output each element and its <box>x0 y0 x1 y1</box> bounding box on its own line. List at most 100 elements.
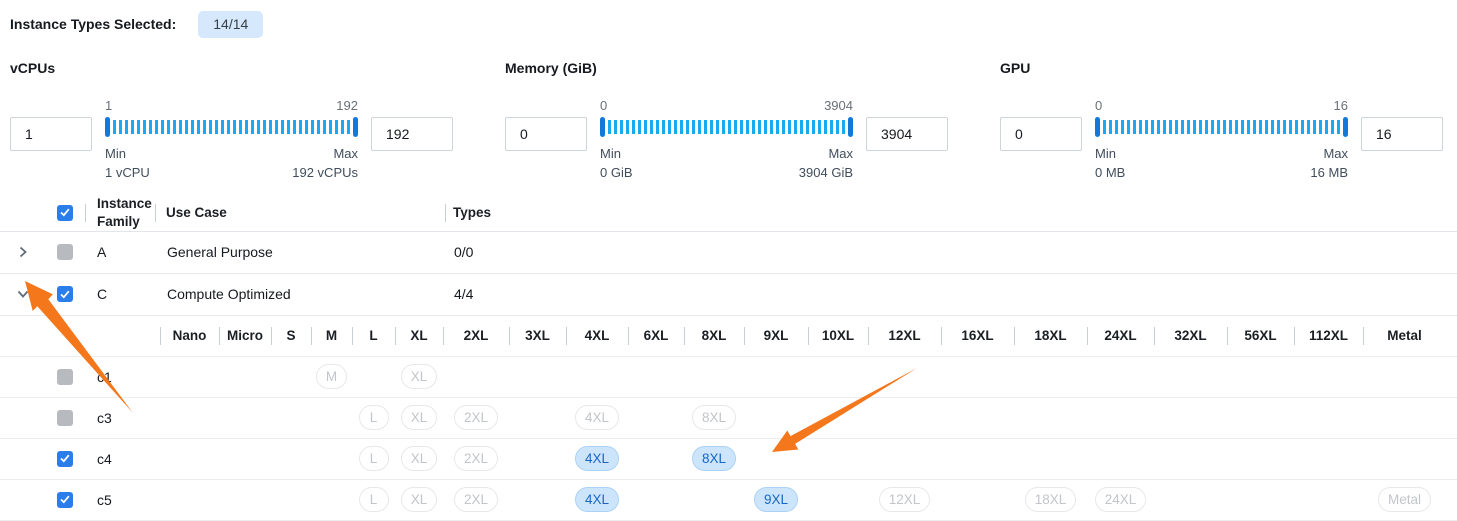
c5-checkbox[interactable] <box>57 492 73 508</box>
types-column-header: Types <box>453 205 491 220</box>
size-cell <box>628 398 684 438</box>
c4-checkbox[interactable] <box>57 451 73 467</box>
size-pill-c5-2xl[interactable]: 2XL <box>454 487 498 512</box>
types-count: 0/0 <box>454 244 473 260</box>
size-column-header-3xl: 3XL <box>509 316 566 356</box>
size-cell <box>1294 480 1363 520</box>
size-cell <box>1154 398 1227 438</box>
size-cell: 2XL <box>443 398 509 438</box>
size-cell <box>219 480 271 520</box>
vcpus-slider-handle-min[interactable] <box>105 117 110 137</box>
size-cell <box>311 398 352 438</box>
size-pill-c5-12xl[interactable]: 12XL <box>879 487 931 512</box>
vcpus-min-caption: Min 1 vCPU <box>105 145 150 183</box>
size-cell: XL <box>395 357 443 397</box>
gpu-slider-track[interactable] <box>1095 117 1348 137</box>
size-pill-c3-8xl[interactable]: 8XL <box>692 405 736 430</box>
family-row-c: C Compute Optimized 4/4 <box>0 274 1457 316</box>
vcpus-range-max-label: 192 <box>336 98 358 113</box>
memory-max-input[interactable] <box>866 117 948 151</box>
size-cell <box>1363 439 1446 479</box>
size-cell <box>1227 357 1294 397</box>
size-column-header-xl: XL <box>395 316 443 356</box>
size-cell <box>941 398 1014 438</box>
size-label: Metal <box>1387 328 1422 343</box>
size-cell <box>1014 357 1087 397</box>
vcpus-filter-group: vCPUs 1 192 Min 1 vCPU <box>10 48 453 183</box>
vcpus-slider-track[interactable] <box>105 117 358 137</box>
size-pill-c5-metal[interactable]: Metal <box>1378 487 1431 512</box>
size-cell <box>1227 398 1294 438</box>
gpu-slider-handle-min[interactable] <box>1095 117 1100 137</box>
size-cell <box>219 398 271 438</box>
size-cell: L <box>352 480 395 520</box>
size-cell <box>1294 439 1363 479</box>
size-cell <box>628 357 684 397</box>
size-column-header-2xl: 2XL <box>443 316 509 356</box>
size-pill-c4-8xl[interactable]: 8XL <box>692 446 736 471</box>
size-cell <box>509 439 566 479</box>
column-separator <box>868 327 869 345</box>
memory-slider-handle-max[interactable] <box>848 117 853 137</box>
instance-type-name: c4 <box>97 451 112 467</box>
size-pill-c1-xl[interactable]: XL <box>401 364 438 389</box>
column-separator <box>628 327 629 345</box>
memory-range-min-label: 0 <box>600 98 607 113</box>
expand-chevron-right-icon[interactable] <box>15 244 31 260</box>
size-pill-c5-4xl[interactable]: 4XL <box>575 487 619 512</box>
size-pill-c4-l[interactable]: L <box>359 446 389 471</box>
family-a-checkbox[interactable] <box>57 244 73 260</box>
size-header-row: NanoMicroSMLXL2XL3XL4XL6XL8XL9XL10XL12XL… <box>0 316 1457 357</box>
size-pill-c5-l[interactable]: L <box>359 487 389 512</box>
gpu-min-caption: Min 0 MB <box>1095 145 1125 183</box>
size-pill-c3-2xl[interactable]: 2XL <box>454 405 498 430</box>
size-cell <box>744 398 808 438</box>
size-pill-c4-xl[interactable]: XL <box>401 446 438 471</box>
size-cell <box>311 480 352 520</box>
gpu-max-input[interactable] <box>1361 117 1443 151</box>
check-icon <box>60 495 70 504</box>
size-cell <box>1087 398 1154 438</box>
size-pill-c5-24xl[interactable]: 24XL <box>1095 487 1147 512</box>
size-cell <box>941 480 1014 520</box>
instance-family-column-header: Instance Family <box>97 195 155 230</box>
vcpus-max-input[interactable] <box>371 117 453 151</box>
size-pill-c4-2xl[interactable]: 2XL <box>454 446 498 471</box>
memory-slider-handle-min[interactable] <box>600 117 605 137</box>
family-c-checkbox[interactable] <box>57 286 73 302</box>
size-cell <box>311 439 352 479</box>
size-cell <box>1014 398 1087 438</box>
size-column-header-12xl: 12XL <box>868 316 941 356</box>
instance-row-c4: c4 L XL 2XL 4XL 8XL <box>0 439 1457 480</box>
c1-checkbox[interactable] <box>57 369 73 385</box>
c3-checkbox[interactable] <box>57 410 73 426</box>
size-column-header-24xl: 24XL <box>1087 316 1154 356</box>
size-pill-c5-9xl[interactable]: 9XL <box>754 487 798 512</box>
gpu-slider-handle-max[interactable] <box>1343 117 1348 137</box>
check-icon <box>60 454 70 463</box>
size-cell: L <box>352 439 395 479</box>
memory-slider-track[interactable] <box>600 117 853 137</box>
vcpus-min-input[interactable] <box>10 117 92 151</box>
size-pill-c3-l[interactable]: L <box>359 405 389 430</box>
size-cell: 12XL <box>868 480 941 520</box>
size-cell <box>868 439 941 479</box>
size-cell <box>628 439 684 479</box>
vcpus-slider-handle-max[interactable] <box>353 117 358 137</box>
size-cell: XL <box>395 480 443 520</box>
family-letter: A <box>97 243 155 261</box>
instance-type-name: c3 <box>97 410 112 426</box>
size-pill-c5-xl[interactable]: XL <box>401 487 438 512</box>
size-pill-c3-xl[interactable]: XL <box>401 405 438 430</box>
column-separator <box>744 327 745 345</box>
gpu-min-input[interactable] <box>1000 117 1082 151</box>
memory-min-input[interactable] <box>505 117 587 151</box>
select-all-checkbox[interactable] <box>57 205 73 221</box>
collapse-chevron-down-icon[interactable] <box>15 286 31 302</box>
size-pill-c1-m[interactable]: M <box>316 364 347 389</box>
size-pill-c3-4xl[interactable]: 4XL <box>575 405 619 430</box>
instance-row-c5: c5LXL2XL4XL9XL12XL18XL24XLMetal <box>0 480 1457 521</box>
vcpus-label: vCPUs <box>10 60 453 76</box>
size-pill-c4-4xl[interactable]: 4XL <box>575 446 619 471</box>
size-pill-c5-18xl[interactable]: 18XL <box>1025 487 1077 512</box>
